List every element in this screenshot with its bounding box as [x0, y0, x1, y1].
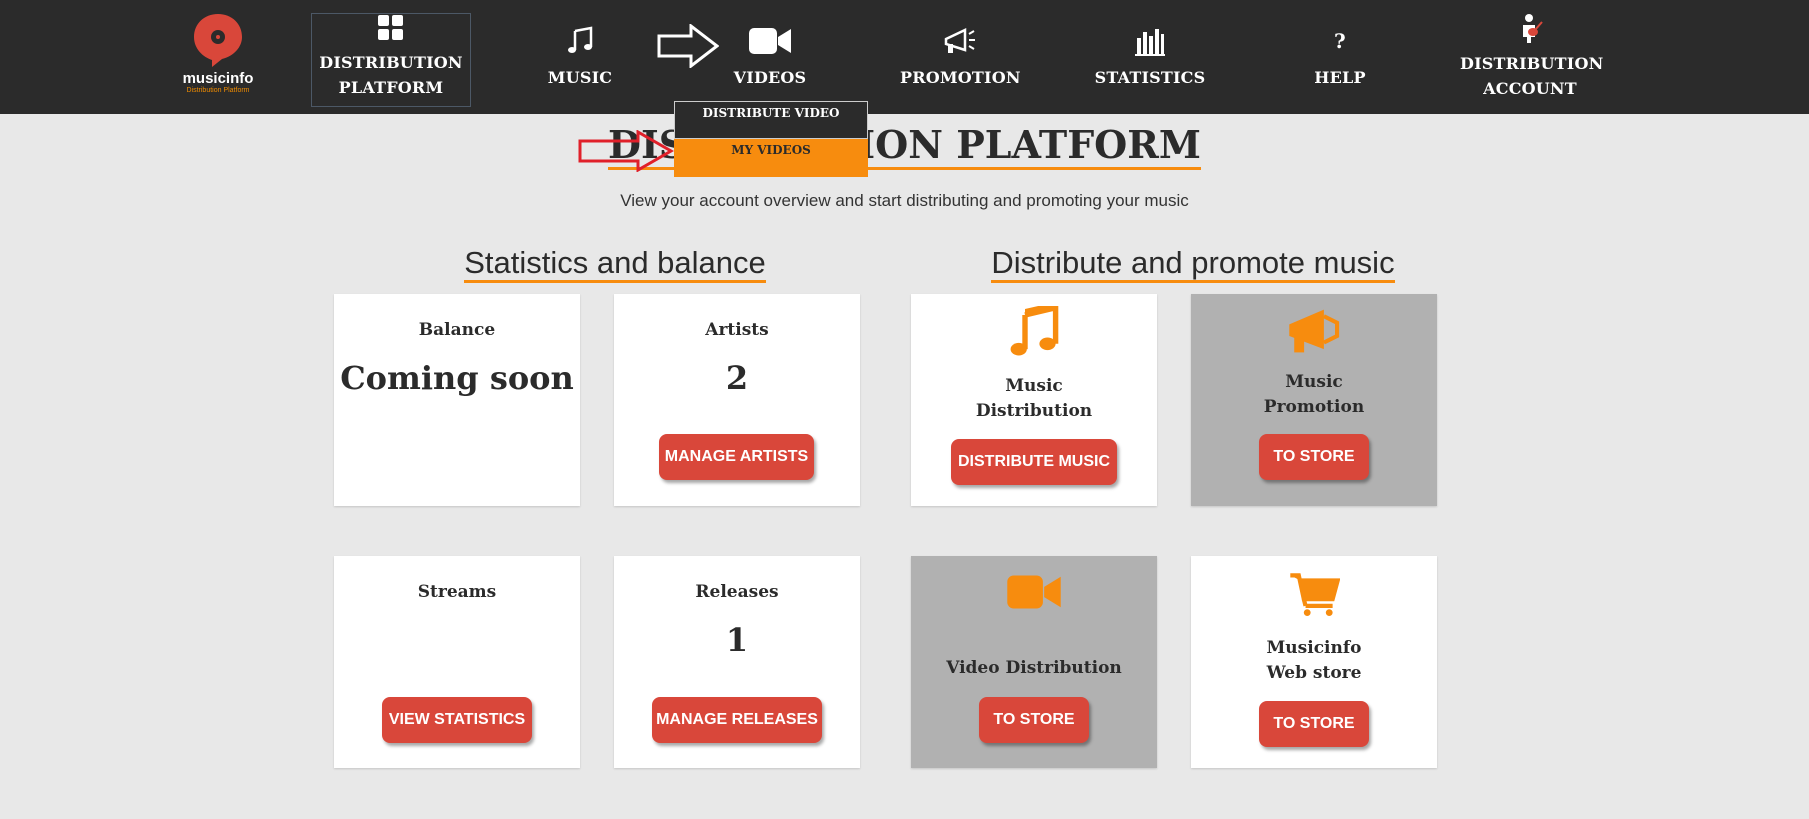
nav-label: HELP	[1314, 68, 1366, 87]
nav-videos[interactable]: VIDEOS	[720, 0, 820, 108]
releases-count: 1	[725, 621, 749, 659]
section-title-statistics: Statistics and balance	[415, 245, 815, 283]
music-note-icon	[1010, 306, 1059, 356]
menu-item-my-videos[interactable]: MY VIDEOS	[674, 139, 868, 177]
card-title: Artists	[705, 320, 769, 340]
video-to-store-button[interactable]: TO STORE	[979, 697, 1089, 743]
card-icon	[1191, 572, 1437, 616]
manage-releases-button[interactable]: MANAGE RELEASES	[652, 697, 822, 743]
nav-label: VIDEOS	[733, 68, 807, 87]
nav-label: DISTRIBUTION	[319, 53, 463, 72]
nav-distribution-platform[interactable]: DISTRIBUTION PLATFORM	[311, 13, 471, 107]
card-title-line: Distribution	[975, 401, 1093, 421]
grid-icon	[378, 15, 403, 40]
card-icon	[911, 306, 1157, 360]
nav-help[interactable]: ? HELP	[1290, 0, 1390, 108]
card-icon	[911, 570, 1157, 614]
promotion-to-store-button[interactable]: TO STORE	[1259, 434, 1369, 480]
view-statistics-button[interactable]: VIEW STATISTICS	[382, 697, 532, 743]
card-title-line: Promotion	[1263, 397, 1365, 417]
music-promotion-card: Music Promotion TO STORE	[1191, 294, 1437, 506]
card-title: Streams	[417, 582, 497, 602]
page-title: DISTRIBUTION PLATFORM	[0, 122, 1809, 170]
card-title-line: Music	[1285, 372, 1343, 392]
brand-subtitle: Distribution Platform	[186, 87, 250, 94]
megaphone-icon	[944, 28, 975, 53]
artists-count: 2	[725, 359, 749, 397]
nav-label: STATISTICS	[1094, 68, 1206, 87]
section-title-distribute: Distribute and promote music	[960, 245, 1426, 283]
video-distribution-card: Video Distribution TO STORE	[911, 556, 1157, 768]
video-camera-icon	[749, 28, 791, 54]
balance-value: Coming soon	[340, 359, 574, 397]
nav-label: MUSIC	[547, 68, 613, 87]
guitarist-icon	[1523, 14, 1543, 43]
nav-promotion[interactable]: PROMOTION	[900, 0, 1020, 108]
top-navigation: musicinfo Distribution Platform DISTRIBU…	[0, 0, 1809, 114]
music-distribution-card: Music Distribution DISTRIBUTE MUSIC	[911, 294, 1157, 506]
nav-label: ACCOUNT	[1483, 79, 1577, 98]
help-question-icon: ?	[1334, 29, 1346, 53]
nav-statistics[interactable]: STATISTICS	[1090, 0, 1210, 108]
streams-card: Streams VIEW STATISTICS	[334, 556, 580, 768]
menu-item-distribute-video[interactable]: DISTRIBUTE VIDEO	[674, 101, 868, 139]
bar-chart-icon	[1135, 29, 1165, 56]
music-note-icon	[568, 26, 593, 53]
card-title-line: Musicinfo	[1266, 638, 1362, 658]
card-title-line: Music	[1005, 376, 1063, 396]
musicinfo-logo[interactable]: musicinfo Distribution Platform	[168, 12, 268, 102]
nav-distribution-account[interactable]: DISTRIBUTION ACCOUNT	[1460, 0, 1604, 108]
logo-pin-icon	[194, 14, 242, 67]
shopping-cart-icon	[1290, 573, 1340, 616]
page-subtitle: View your account overview and start dis…	[620, 191, 1189, 210]
nav-label: PROMOTION	[900, 68, 1021, 87]
video-camera-icon	[1007, 575, 1061, 609]
artists-card: Artists 2 MANAGE ARTISTS	[614, 294, 860, 506]
card-title-line: Web store	[1266, 663, 1362, 683]
card-icon	[1191, 306, 1437, 356]
annotation-arrow-right-white	[657, 24, 719, 68]
nav-label: DISTRIBUTION	[1460, 54, 1604, 73]
card-title: Releases	[695, 582, 779, 602]
videos-dropdown-menu: DISTRIBUTE VIDEO MY VIDEOS	[674, 101, 868, 177]
web-store-card: Musicinfo Web store TO STORE	[1191, 556, 1437, 768]
nav-label: PLATFORM	[338, 78, 444, 97]
manage-artists-button[interactable]: MANAGE ARTISTS	[659, 434, 814, 480]
megaphone-icon	[1289, 309, 1340, 353]
web-store-to-store-button[interactable]: TO STORE	[1259, 701, 1369, 747]
brand-name: musicinfo	[182, 70, 254, 87]
distribute-music-button[interactable]: DISTRIBUTE MUSIC	[951, 439, 1117, 485]
releases-card: Releases 1 MANAGE RELEASES	[614, 556, 860, 768]
card-title: Balance	[418, 320, 496, 340]
card-title: Video Distribution	[946, 658, 1122, 678]
annotation-arrow-right-red	[578, 130, 674, 172]
nav-music[interactable]: MUSIC	[530, 0, 630, 108]
balance-card: Balance Coming soon	[334, 294, 580, 506]
